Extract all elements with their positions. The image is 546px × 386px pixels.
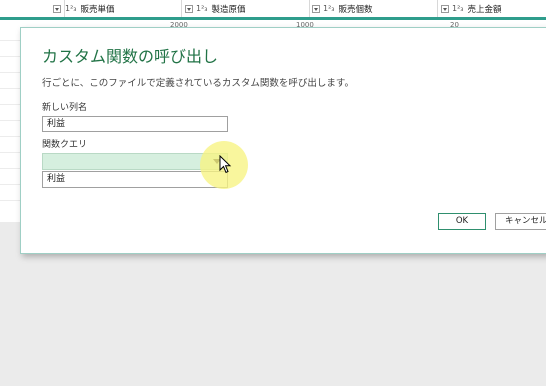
column-header-row: 1²₃ 販売単価 1²₃ 製造原価 1²₃ 販売個数 1²₃ 売上金額	[0, 0, 546, 18]
column-quality-bar	[0, 17, 546, 20]
column-label: 販売個数	[338, 4, 373, 15]
column-label: 売上金額	[467, 4, 502, 15]
column-filter-dropdown-icon[interactable]	[53, 4, 61, 13]
column-header-sales-quantity[interactable]: 1²₃ 販売個数	[310, 0, 438, 17]
column-label: 販売単価	[80, 4, 115, 15]
number-type-icon[interactable]: 1²₃	[323, 4, 335, 13]
new-column-name-label: 新しい列名	[42, 103, 88, 113]
number-type-icon[interactable]: 1²₃	[65, 4, 77, 13]
new-column-name-input[interactable]: 利益	[42, 116, 228, 132]
invoke-custom-function-dialog: カスタム関数の呼び出し 行ごとに、このファイルで定義されているカスタム関数を呼び…	[20, 27, 546, 254]
number-type-icon[interactable]: 1²₃	[452, 4, 464, 13]
dialog-description: 行ごとに、このファイルで定義されているカスタム関数を呼び出します。	[42, 78, 354, 89]
mouse-pointer-icon	[219, 155, 232, 174]
column-header-sales-amount[interactable]: 1²₃ 売上金額	[438, 0, 546, 17]
column-filter-dropdown-icon[interactable]	[185, 4, 193, 13]
dropdown-option[interactable]: 利益	[42, 171, 228, 188]
column-header-manufacturing-cost[interactable]: 1²₃ 製造原価	[182, 0, 310, 17]
number-type-icon[interactable]: 1²₃	[196, 4, 208, 13]
dialog-title: カスタム関数の呼び出し	[42, 47, 219, 66]
column-filter-dropdown-icon[interactable]	[312, 4, 320, 13]
ok-button[interactable]: OK	[438, 213, 486, 230]
column-label: 製造原価	[211, 4, 246, 15]
function-query-label: 関数クエリ	[42, 140, 88, 150]
cancel-button[interactable]: キャンセル	[495, 213, 546, 230]
column-header-previous[interactable]	[0, 0, 65, 17]
column-filter-dropdown-icon[interactable]	[441, 4, 449, 13]
column-header-sale-price[interactable]: 1²₃ 販売単価	[65, 0, 182, 17]
